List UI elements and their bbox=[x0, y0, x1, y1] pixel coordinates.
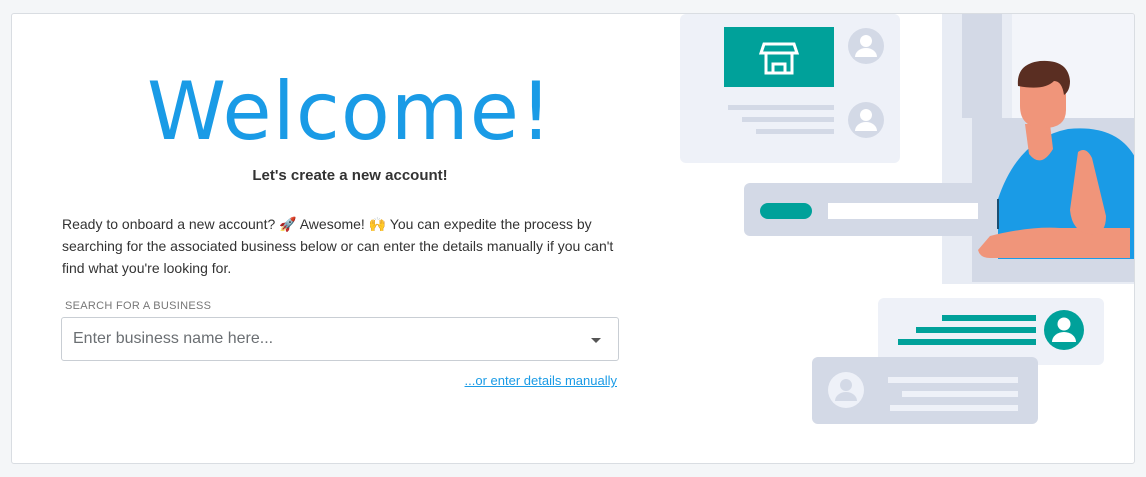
text-line bbox=[890, 405, 1018, 411]
description-text-1: Ready to onboard a new account? bbox=[62, 216, 280, 232]
text-line bbox=[942, 315, 1036, 321]
onboarding-illustration bbox=[680, 14, 1134, 424]
text-line bbox=[902, 391, 1018, 397]
description-text-2: Awesome! bbox=[296, 216, 369, 232]
search-placeholder: Enter business name here... bbox=[73, 330, 274, 347]
search-label: SEARCH FOR A BUSINESS bbox=[65, 300, 212, 312]
onboarding-card: Welcome! Let's create a new account! Rea… bbox=[11, 13, 1135, 464]
text-line bbox=[728, 105, 834, 110]
onboarding-description: Ready to onboard a new account? 🚀 Awesom… bbox=[62, 213, 622, 279]
text-line bbox=[916, 327, 1036, 333]
page-title: Welcome! bbox=[146, 65, 553, 158]
status-pill bbox=[760, 203, 812, 219]
background-panel bbox=[962, 14, 1002, 118]
raised-hands-emoji-icon: 🙌 bbox=[368, 216, 387, 232]
rocket-emoji-icon: 🚀 bbox=[279, 216, 297, 232]
page-subtitle: Let's create a new account! bbox=[252, 167, 448, 184]
text-line bbox=[742, 117, 834, 122]
text-line bbox=[888, 377, 1018, 383]
storefront-icon-bg bbox=[724, 27, 834, 87]
chevron-down-icon[interactable] bbox=[591, 338, 601, 343]
text-line bbox=[756, 129, 834, 134]
text-line bbox=[828, 203, 978, 219]
enter-details-manually-link[interactable]: ...or enter details manually bbox=[465, 373, 617, 388]
text-line bbox=[898, 339, 1036, 345]
business-search-select[interactable]: Enter business name here... bbox=[61, 317, 619, 361]
